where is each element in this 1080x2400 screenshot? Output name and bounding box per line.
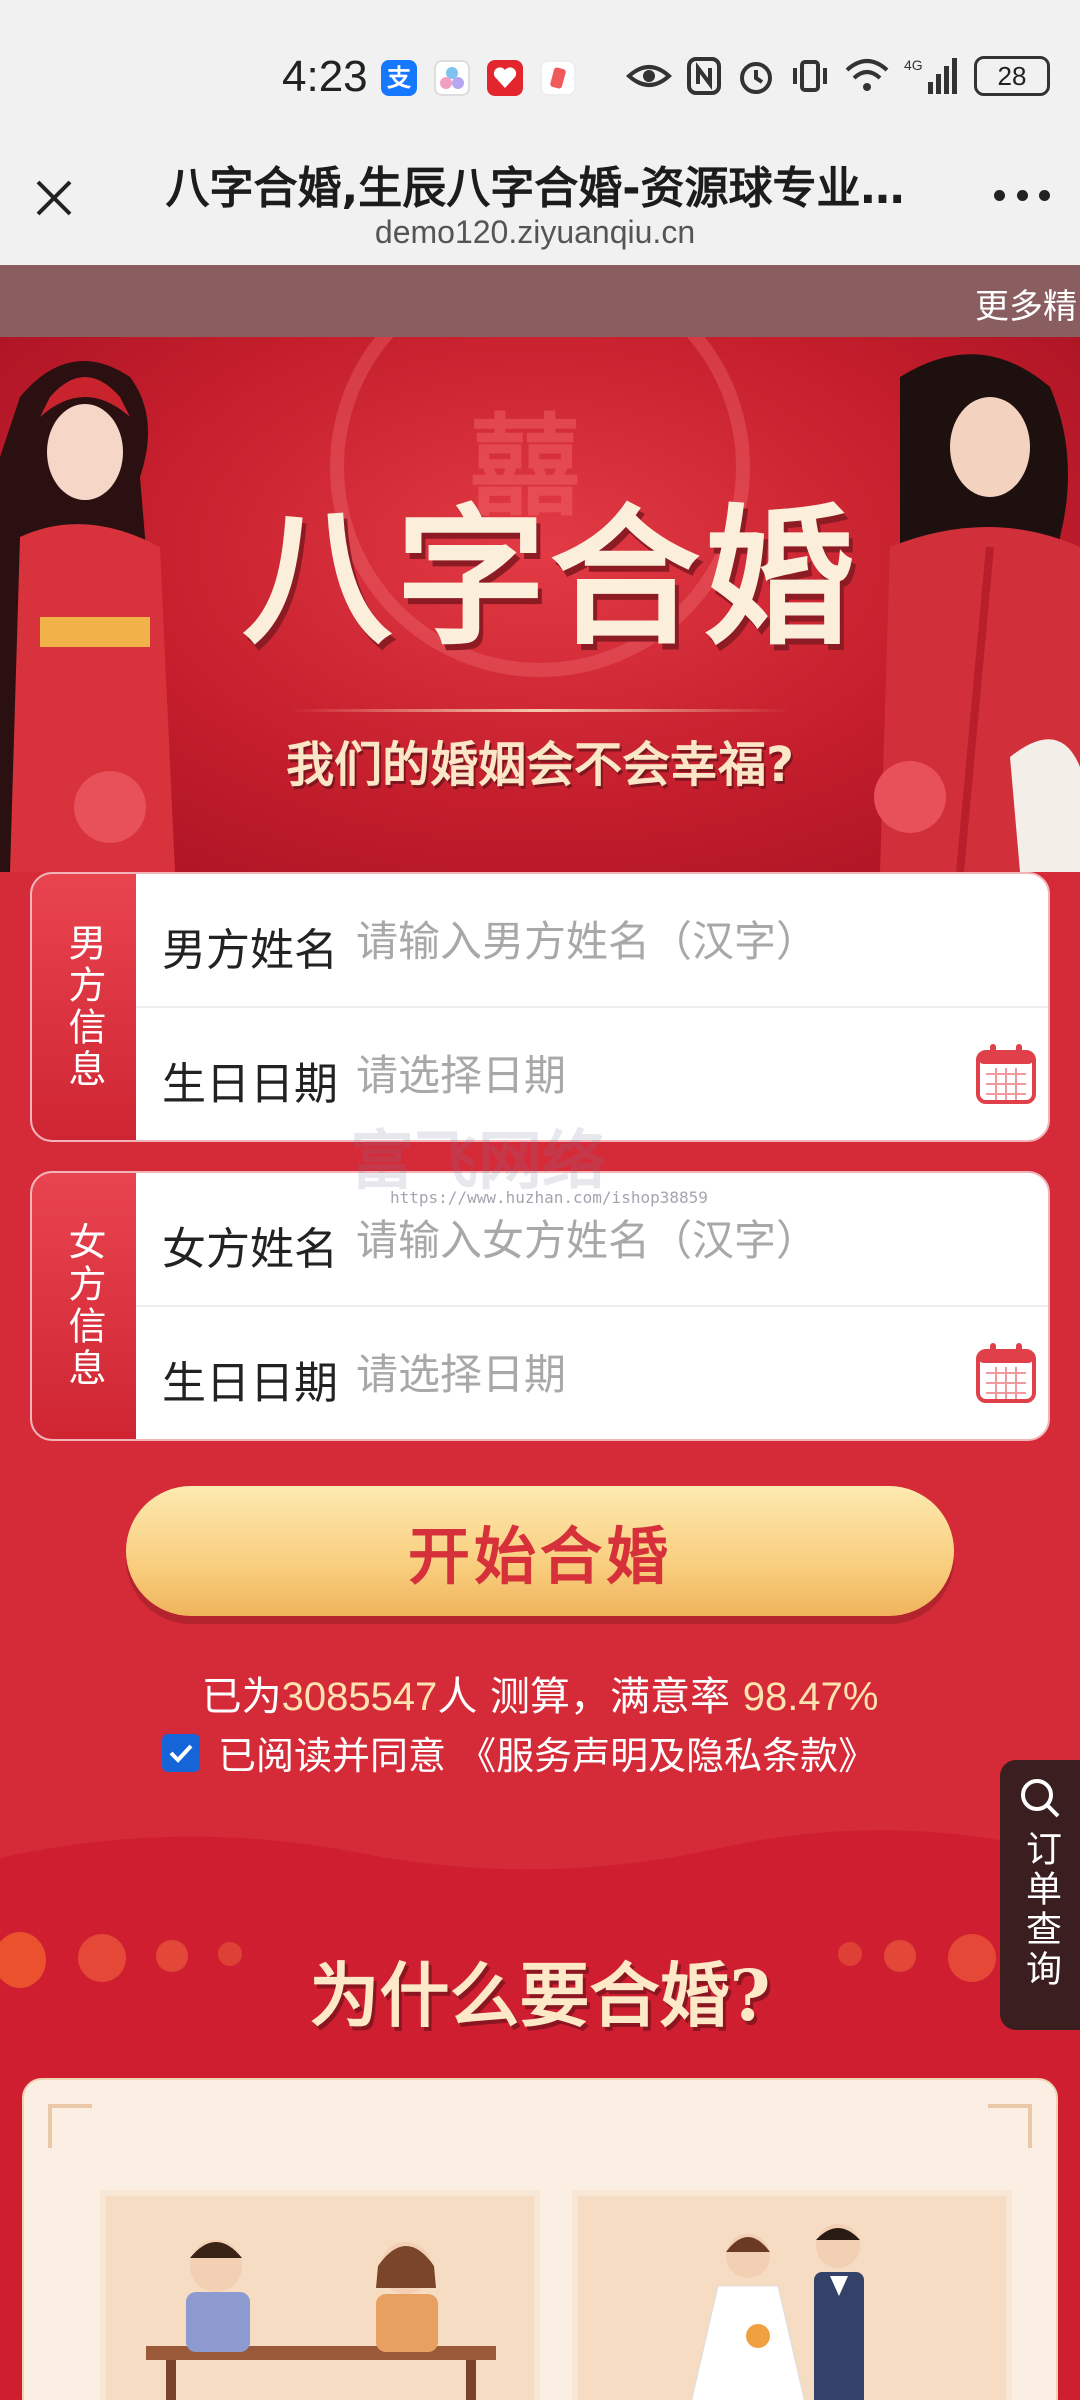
female-birthday-label: 生日日期	[162, 1358, 338, 1409]
browser-header: 八字合婚,生辰八字合婚-资源球专业… demo120.ziyuanqiu.cn	[0, 130, 1080, 265]
banner-divider	[290, 709, 790, 712]
app-icon-2	[434, 60, 470, 96]
vibrate-icon	[793, 60, 827, 92]
agreement-text[interactable]: 已阅读并同意 《服务声明及隐私条款》	[218, 1725, 876, 1780]
status-time: 4:23	[282, 52, 368, 101]
stats-rate: 98.47%	[742, 1675, 879, 1719]
banner-title: 八字合婚	[241, 490, 858, 666]
male-birthday-label: 生日日期	[162, 1059, 338, 1110]
alarm-icon	[740, 62, 772, 94]
alipay-icon: 支	[381, 60, 417, 96]
status-icons: 4G 28	[626, 56, 1050, 96]
why-section-card	[22, 2078, 1058, 2400]
male-name-label: 男方姓名	[162, 925, 338, 976]
male-name-row: 男方姓名	[136, 874, 1048, 1008]
female-name-label: 女方姓名	[162, 1224, 338, 1275]
search-icon	[1021, 1779, 1060, 1818]
couple-bench-illustration	[146, 2240, 496, 2400]
female-birthday-input[interactable]	[356, 1337, 916, 1411]
card-corner-ornament	[48, 2104, 92, 2148]
wifi-icon	[845, 59, 889, 91]
nfc-icon	[687, 57, 721, 95]
card-corner-ornament	[988, 2104, 1032, 2148]
announcement-ticker[interactable]: 更多精	[0, 265, 1080, 337]
stats-prefix: 已为	[201, 1674, 282, 1720]
status-bar: 4:23 支 4G 28	[0, 0, 1080, 130]
battery-indicator: 28	[974, 56, 1050, 96]
page-url: demo120.ziyuanqiu.cn	[374, 214, 696, 250]
why-illustration-wedding	[572, 2190, 1012, 2400]
female-birthday-row[interactable]: 生日日期	[136, 1307, 1048, 1439]
male-info-side-label: 男方信息	[32, 874, 136, 1140]
agreement-checkbox[interactable]	[162, 1733, 200, 1772]
usage-stats: 已为3085547人 测算，满意率 98.47%	[0, 1664, 1080, 1722]
male-birthday-input[interactable]	[356, 1038, 916, 1112]
wedding-couple-illustration	[691, 2224, 864, 2400]
signal-icon: 4G	[904, 57, 957, 94]
male-info-card: 男方信息 男方姓名 生日日期	[30, 872, 1050, 1142]
wave-divider	[0, 1818, 1080, 1870]
calendar-icon[interactable]	[974, 1341, 1038, 1405]
more-options-button[interactable]	[994, 190, 1050, 204]
ticker-text: 更多精	[975, 287, 1077, 327]
check-icon	[169, 1744, 193, 1763]
female-info-card: 女方信息 女方姓名 生日日期	[30, 1171, 1050, 1441]
stats-count: 3085547	[281, 1675, 438, 1719]
male-birthday-row[interactable]: 生日日期	[136, 1008, 1048, 1140]
agreement-row[interactable]: 已阅读并同意 《服务声明及隐私条款》	[162, 1725, 876, 1780]
why-illustration-couple-apart	[100, 2190, 540, 2400]
app-icon-4	[540, 60, 576, 96]
female-info-side-label: 女方信息	[32, 1173, 136, 1439]
why-section-title: 为什么要合婚?	[309, 1954, 771, 2037]
hero-banner: 囍 八字合婚 我们的婚姻会不会幸福?	[0, 337, 1080, 872]
female-name-row: 女方姓名	[136, 1173, 1048, 1307]
calendar-icon[interactable]	[974, 1042, 1038, 1106]
banner-subtitle: 我们的婚姻会不会幸福?	[286, 737, 794, 793]
close-icon[interactable]	[30, 174, 78, 222]
start-matching-label: 开始合婚	[407, 1520, 672, 1593]
app-icon-3	[487, 60, 523, 96]
bride-illustration	[0, 361, 175, 872]
order-query-button[interactable]: 订单查询	[1000, 1760, 1080, 2030]
page-title: 八字合婚,生辰八字合婚-资源球专业…	[165, 163, 905, 214]
start-matching-button[interactable]: 开始合婚	[126, 1486, 954, 1616]
male-name-input[interactable]	[356, 904, 916, 978]
eye-icon	[626, 65, 672, 87]
svg-text:4G: 4G	[904, 57, 923, 73]
order-query-label: 订单查询	[1020, 1830, 1061, 1990]
female-name-input[interactable]	[356, 1203, 916, 1277]
stats-middle: 人 测算，满意率	[437, 1674, 743, 1720]
